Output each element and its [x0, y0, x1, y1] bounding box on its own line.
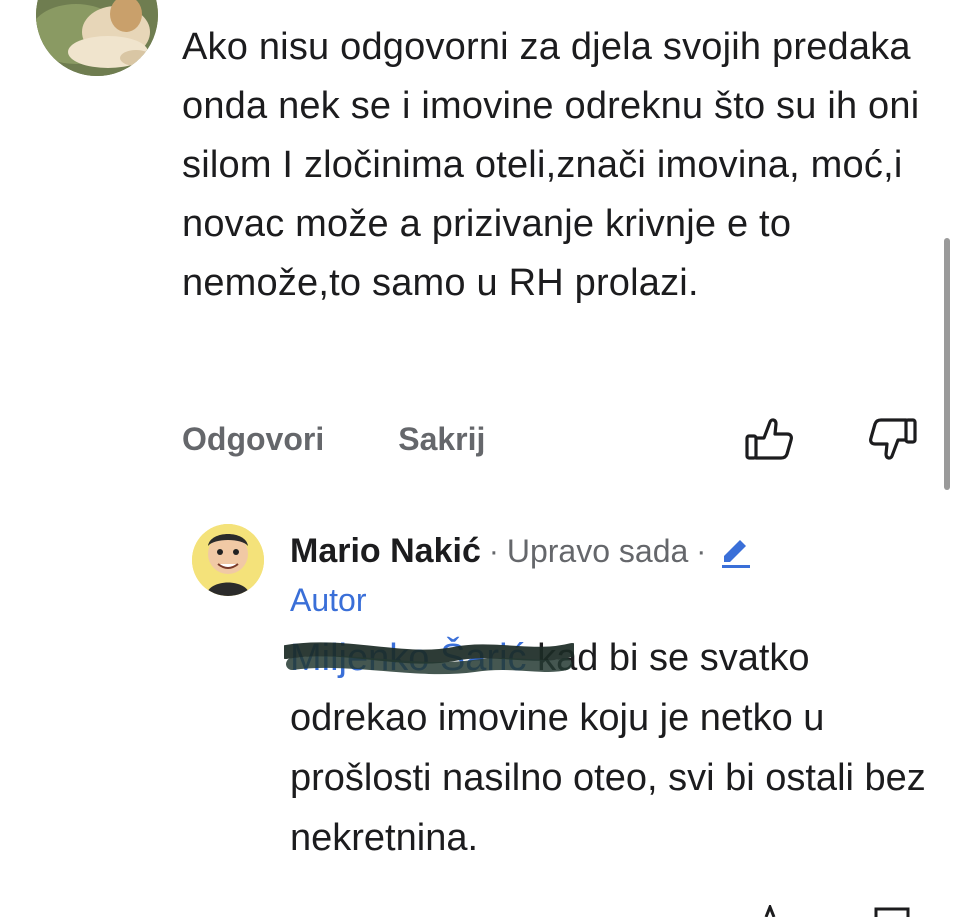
author-name[interactable]: Mario Nakić	[290, 532, 481, 571]
mention-link[interactable]: Miljenko Šarić	[284, 628, 574, 688]
commenter-avatar[interactable]	[36, 0, 158, 76]
comment-text: Ako nisu odgovorni za djela svojih preda…	[182, 26, 920, 304]
timestamp: Upravo sada	[506, 533, 689, 569]
caricature-avatar	[192, 524, 264, 596]
author-badge: Autor	[290, 582, 367, 618]
reply-text: Miljenko Šarić kad bi se svatko odrekao …	[284, 628, 930, 868]
thumbs-down-icon[interactable]	[866, 416, 918, 462]
hide-button[interactable]: Sakrij	[398, 421, 485, 458]
dog-photo	[36, 0, 158, 76]
separator: ·	[488, 534, 499, 568]
reply-button[interactable]: Odgovori	[182, 421, 324, 458]
scrollbar[interactable]	[944, 238, 950, 490]
next-like-icon-partial	[760, 902, 780, 922]
reply-header: Mario Nakić · Upravo sada ·	[290, 532, 754, 571]
thumbs-up-icon[interactable]	[744, 416, 796, 462]
next-dislike-icon-partial	[872, 904, 912, 922]
pencil-icon[interactable]	[718, 534, 754, 570]
comment-actions: Odgovori Sakrij	[182, 416, 922, 462]
separator: ·	[696, 534, 707, 568]
author-avatar[interactable]	[192, 524, 264, 596]
redaction-scribble	[284, 642, 574, 675]
